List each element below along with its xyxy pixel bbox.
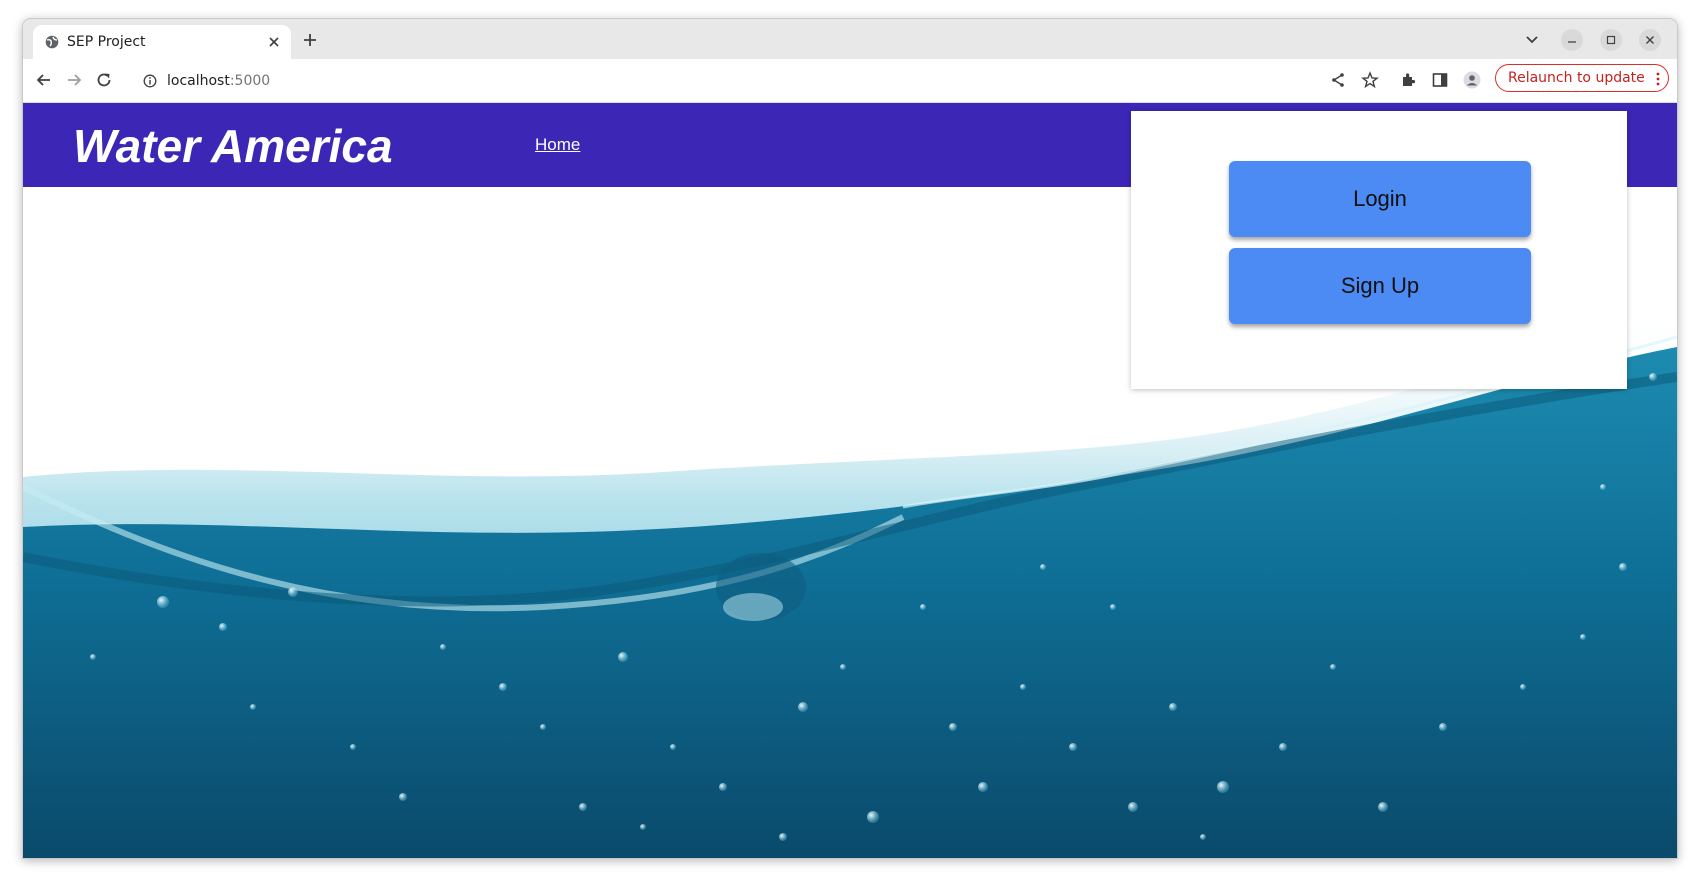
star-icon[interactable] — [1361, 71, 1379, 89]
tab-strip: SEP Project — [23, 19, 1677, 59]
info-icon[interactable] — [143, 74, 157, 88]
relaunch-to-update-button[interactable]: Relaunch to update — [1495, 64, 1669, 92]
close-icon — [1646, 36, 1654, 44]
url-text[interactable]: localhost:5000 — [167, 73, 270, 89]
minimize-button[interactable] — [1561, 29, 1583, 51]
chevron-down-icon[interactable] — [1525, 34, 1539, 46]
browser-toolbar: localhost:5000 Relaunch to update — [23, 59, 1677, 103]
maximize-icon — [1606, 35, 1616, 45]
extensions-icon[interactable] — [1400, 71, 1418, 89]
tab-sep-project[interactable]: SEP Project — [33, 25, 291, 59]
back-arrow-icon[interactable] — [35, 71, 53, 89]
close-window-button[interactable] — [1639, 29, 1661, 51]
plus-icon[interactable] — [303, 33, 317, 47]
sign-up-button[interactable]: Sign Up — [1229, 248, 1531, 324]
nav-home-link[interactable]: Home — [535, 135, 580, 155]
profile-avatar-icon[interactable] — [1463, 71, 1481, 89]
minimize-icon — [1568, 41, 1576, 43]
web-page: Water America Home Login Sign Up — [23, 103, 1677, 858]
browser-window: SEP Project localhost:5000 Relaunch to u… — [22, 18, 1678, 859]
globe-icon — [45, 35, 59, 49]
more-vert-icon — [1656, 72, 1660, 86]
share-icon[interactable] — [1329, 71, 1347, 89]
site-brand-title: Water America — [73, 120, 393, 172]
reload-icon[interactable] — [95, 71, 113, 89]
maximize-button[interactable] — [1600, 29, 1622, 51]
forward-arrow-icon[interactable] — [65, 71, 83, 89]
close-icon[interactable] — [267, 35, 281, 49]
tab-title: SEP Project — [67, 34, 146, 50]
auth-card: Login Sign Up — [1131, 111, 1627, 389]
login-button[interactable]: Login — [1229, 161, 1531, 237]
side-panel-icon[interactable] — [1431, 71, 1449, 89]
